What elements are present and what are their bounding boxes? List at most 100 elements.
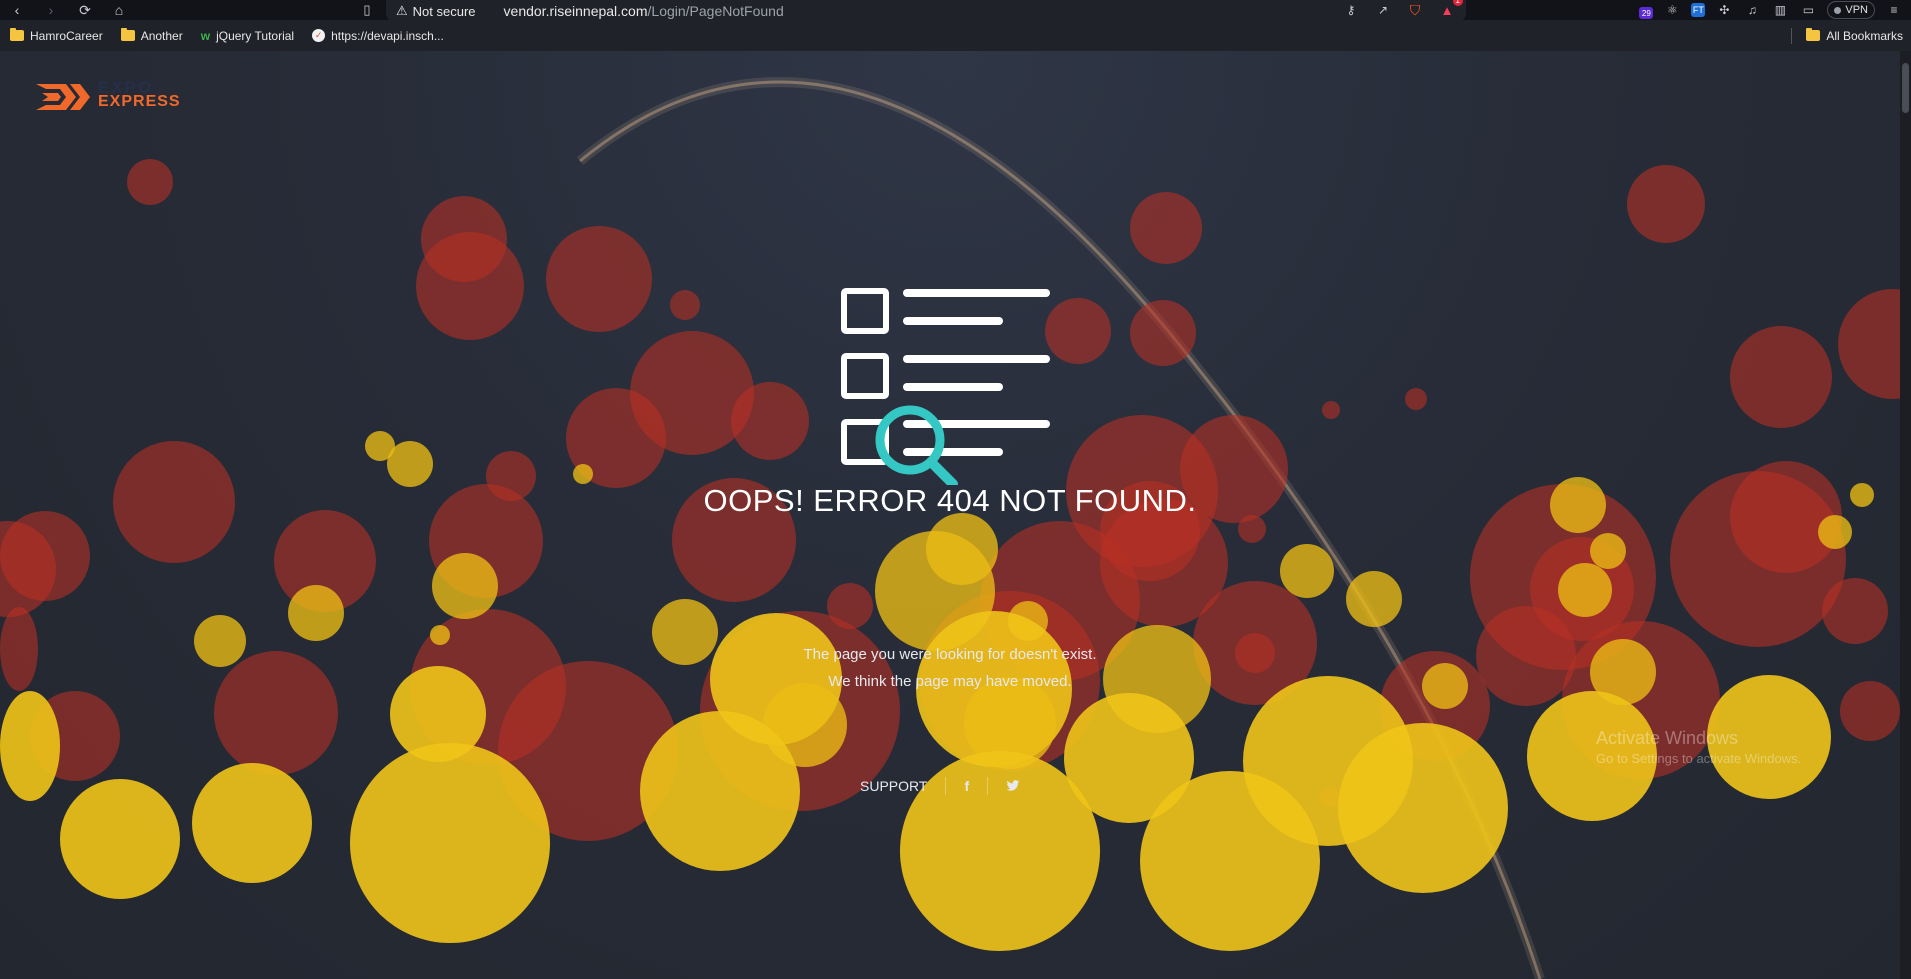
bookmark-hamrocareer[interactable]: HamroCareer [10,28,103,43]
wallet-icon[interactable]: ▭ [1799,1,1817,19]
url-text[interactable]: vendor.riseinnepal.com/Login/PageNotFoun… [504,3,784,19]
bookmark-page-icon[interactable]: ▯ [355,0,379,20]
bokeh-circle [416,232,524,340]
logo-mark-icon [36,84,90,110]
bookmark-label: Another [140,28,183,43]
bokeh-circle [387,441,433,487]
vpn-label: VPN [1845,4,1868,16]
bokeh-circle [1590,533,1626,569]
folder-icon [10,28,24,41]
bokeh-circle [731,382,809,460]
ft-extension-icon[interactable]: FT [1691,3,1706,17]
bokeh-circle [0,691,60,801]
bokeh-circle [127,159,173,205]
divider [945,777,947,795]
all-bookmarks-label: All Bookmarks [1826,28,1903,43]
error-message-line1: The page you were looking for doesn't ex… [803,646,1097,663]
divider [987,777,989,795]
brave-shields-icon[interactable]: ⛉ [1406,1,1424,19]
page-scrollbar[interactable] [1900,51,1911,979]
bokeh-circle [1130,300,1196,366]
footer-links: SUPPORT f [860,777,1020,795]
bookmark-devapi[interactable]: ✓ https://devapi.insch... [312,29,444,43]
bokeh-circle [432,553,498,619]
menu-icon[interactable]: ≡ [1885,1,1903,19]
extensions-area: 29 ⚛ FT ✣ ♫ ▥ ▭ VPN ≡ [1639,0,1911,20]
brave-rewards-icon[interactable]: ▲ 1 [1438,0,1463,19]
security-label: Not secure [412,3,476,19]
url-host: vendor.riseinnepal.com [503,3,648,19]
facebook-icon[interactable]: f [964,778,969,794]
bokeh-circle [1140,771,1320,951]
react-devtools-icon[interactable]: ⚛ [1663,1,1681,19]
bokeh-circle [1558,563,1612,617]
bokeh-circle [1822,578,1888,644]
bookmark-label: HamroCareer [30,28,103,43]
home-icon[interactable]: ⌂ [102,0,136,20]
vpn-button[interactable]: VPN [1827,1,1875,19]
bokeh-circle [1346,571,1402,627]
bokeh-circle [1130,192,1202,264]
vpn-status-icon [1834,6,1842,14]
bokeh-circle [573,464,593,484]
not-found-illustration [841,288,1050,485]
all-bookmarks-button[interactable]: All Bookmarks [1791,20,1903,51]
browser-top-bar: ‹ › ⟳ ⌂ ▯ ⚠ Not secure vendor.riseinnepa… [0,0,1911,22]
reload-icon[interactable]: ⟳ [68,0,102,20]
watermark-line2: Go to Settings to activate Windows. [1596,751,1802,766]
bokeh-circle [926,513,998,585]
bokeh-circle [1405,388,1427,410]
bokeh-circle [214,651,338,775]
share-icon[interactable]: ↗ [1374,1,1392,19]
sidebar-icon[interactable]: ▥ [1771,1,1789,19]
bookmark-another[interactable]: Another [120,28,183,43]
url-path: /Login/PageNotFound [647,3,784,19]
expo-express-logo[interactable]: EXPO EXPRESS [36,79,181,113]
bokeh-circle [192,763,312,883]
watermark-line1: Activate Windows [1596,728,1739,748]
bookmark-label: https://devapi.insch... [331,28,444,43]
bokeh-circle [546,226,652,332]
windows-activation-watermark: Activate Windows Go to Settings to activ… [1596,728,1801,766]
error-title: OOPS! ERROR 404 NOT FOUND. [703,483,1197,518]
bokeh-circle [670,290,700,320]
bookmark-label: jQuery Tutorial [216,28,295,43]
bokeh-circle [1730,326,1832,428]
extensions-puzzle-icon[interactable]: ✣ [1715,1,1733,19]
bokeh-circle [1238,515,1266,543]
bokeh-circle [60,779,180,899]
media-icon[interactable]: ♫ [1743,1,1761,19]
key-icon[interactable]: ⚷ [1342,1,1360,19]
twitter-icon[interactable] [1006,780,1020,792]
folder-icon [120,28,135,41]
security-indicator[interactable]: ⚠ Not secure [396,3,476,19]
logo-line2: EXPRESS [98,93,181,110]
bokeh-circle [1840,681,1900,741]
bokeh-circle [1818,515,1852,549]
warning-icon: ⚠ [396,3,408,18]
forward-icon[interactable]: › [34,0,68,20]
bokeh-circle [640,711,800,871]
support-link[interactable]: SUPPORT [860,778,927,794]
error-message-line2: We think the page may have moved. [828,673,1072,690]
scrollbar-thumb[interactable] [1902,63,1909,113]
error-page: EXPO EXPRESS OOPS! ERROR 404 NOT FOUND. … [0,51,1900,979]
bokeh-circle [1627,165,1705,243]
nav-controls: ‹ › ⟳ ⌂ [0,0,136,20]
address-bar[interactable]: ⚠ Not secure vendor.riseinnepal.com/Logi… [386,0,1466,22]
bokeh-circle [350,743,550,943]
bookmarks-bar: HamroCareer Another w jQuery Tutorial ✓ ht… [0,20,1911,52]
bookmark-jquery-tutorial[interactable]: w jQuery Tutorial [201,29,294,43]
back-icon[interactable]: ‹ [0,0,34,20]
bokeh-circle [1338,723,1508,893]
address-actions: ⚷ ↗ ⛉ ▲ 1 [1342,0,1463,20]
site-icon: ✓ [312,29,326,42]
bokeh-circle [1322,401,1340,419]
bokeh-circle [288,585,344,641]
extension-badge-icon[interactable]: 29 [1639,7,1654,19]
folder-icon [1806,28,1821,41]
bokeh-circle [1280,544,1334,598]
divider [1791,27,1793,44]
bokeh-circle [430,625,450,645]
rewards-badge: 1 [1452,0,1463,6]
